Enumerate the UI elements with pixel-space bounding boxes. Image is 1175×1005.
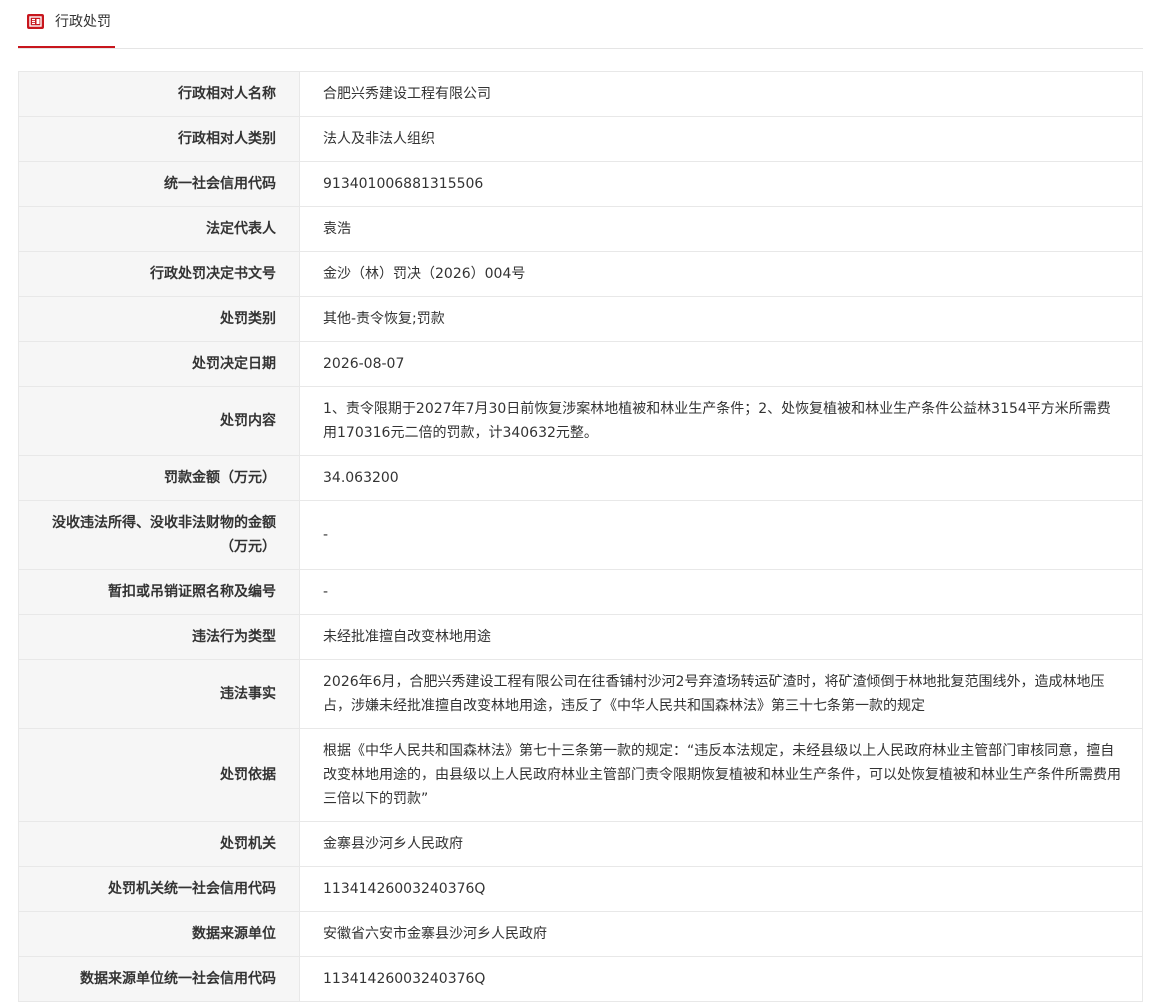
table-row: 处罚依据 根据《中华人民共和国森林法》第七十三条第一款的规定：“违反本法规定，未… [18, 728, 1143, 822]
table-row: 没收违法所得、没收非法财物的金额（万元） - [18, 500, 1143, 570]
table-row: 处罚机关统一社会信用代码 11341426003240376Q [18, 866, 1143, 912]
row-value: 2026-08-07 [299, 341, 1143, 387]
table-row: 行政处罚决定书文号 金沙（林）罚决（2026）004号 [18, 251, 1143, 297]
row-value: 2026年6月，合肥兴秀建设工程有限公司在往香铺村沙河2号弃渣场转运矿渣时，将矿… [299, 659, 1143, 729]
table-row: 处罚内容 1、责令限期于2027年7月30日前恢复涉案林地植被和林业生产条件；2… [18, 386, 1143, 456]
row-label: 没收违法所得、没收非法财物的金额（万元） [18, 500, 300, 570]
table-row: 数据来源单位 安徽省六安市金寨县沙河乡人民政府 [18, 911, 1143, 957]
row-label: 处罚类别 [18, 296, 300, 342]
tab-bar: 行政处罚 [18, 0, 1143, 49]
row-value: 金沙（林）罚决（2026）004号 [299, 251, 1143, 297]
row-label: 暂扣或吊销证照名称及编号 [18, 569, 300, 615]
row-label: 罚款金额（万元） [18, 455, 300, 501]
row-value: 合肥兴秀建设工程有限公司 [299, 71, 1143, 117]
row-value: 安徽省六安市金寨县沙河乡人民政府 [299, 911, 1143, 957]
row-label: 数据来源单位 [18, 911, 300, 957]
row-label: 数据来源单位统一社会信用代码 [18, 956, 300, 1002]
table-row: 违法事实 2026年6月，合肥兴秀建设工程有限公司在往香铺村沙河2号弃渣场转运矿… [18, 659, 1143, 729]
row-label: 统一社会信用代码 [18, 161, 300, 207]
table-row: 行政相对人名称 合肥兴秀建设工程有限公司 [18, 71, 1143, 117]
table-row: 处罚类别 其他-责令恢复;罚款 [18, 296, 1143, 342]
row-value: 根据《中华人民共和国森林法》第七十三条第一款的规定：“违反本法规定，未经县级以上… [299, 728, 1143, 822]
table-row: 罚款金额（万元） 34.063200 [18, 455, 1143, 501]
row-value: 未经批准擅自改变林地用途 [299, 614, 1143, 660]
tab-label: 行政处罚 [55, 14, 111, 30]
row-value: 法人及非法人组织 [299, 116, 1143, 162]
row-label: 行政处罚决定书文号 [18, 251, 300, 297]
row-label: 违法行为类型 [18, 614, 300, 660]
row-value: 913401006881315506 [299, 161, 1143, 207]
row-value: 11341426003240376Q [299, 866, 1143, 912]
row-label: 违法事实 [18, 659, 300, 729]
row-value: 34.063200 [299, 455, 1143, 501]
table-row: 处罚决定日期 2026-08-07 [18, 341, 1143, 387]
row-label: 处罚机关统一社会信用代码 [18, 866, 300, 912]
table-row: 暂扣或吊销证照名称及编号 - [18, 569, 1143, 615]
penalty-info-table: 行政相对人名称 合肥兴秀建设工程有限公司 行政相对人类别 法人及非法人组织 统一… [18, 71, 1143, 1002]
row-value: - [299, 569, 1143, 615]
row-label: 行政相对人名称 [18, 71, 300, 117]
table-row: 违法行为类型 未经批准擅自改变林地用途 [18, 614, 1143, 660]
row-value: - [299, 500, 1143, 570]
row-label: 处罚机关 [18, 821, 300, 867]
tab-administrative-penalty[interactable]: 行政处罚 [18, 0, 115, 48]
row-label: 行政相对人类别 [18, 116, 300, 162]
document-card-icon [27, 14, 44, 29]
row-value: 金寨县沙河乡人民政府 [299, 821, 1143, 867]
table-row: 法定代表人 袁浩 [18, 206, 1143, 252]
row-label: 处罚依据 [18, 728, 300, 822]
table-row: 数据来源单位统一社会信用代码 11341426003240376Q [18, 956, 1143, 1002]
table-row: 统一社会信用代码 913401006881315506 [18, 161, 1143, 207]
table-row: 行政相对人类别 法人及非法人组织 [18, 116, 1143, 162]
table-row: 处罚机关 金寨县沙河乡人民政府 [18, 821, 1143, 867]
row-value: 11341426003240376Q [299, 956, 1143, 1002]
row-value: 1、责令限期于2027年7月30日前恢复涉案林地植被和林业生产条件；2、处恢复植… [299, 386, 1143, 456]
row-label: 处罚决定日期 [18, 341, 300, 387]
row-value: 其他-责令恢复;罚款 [299, 296, 1143, 342]
row-value: 袁浩 [299, 206, 1143, 252]
row-label: 法定代表人 [18, 206, 300, 252]
row-label: 处罚内容 [18, 386, 300, 456]
